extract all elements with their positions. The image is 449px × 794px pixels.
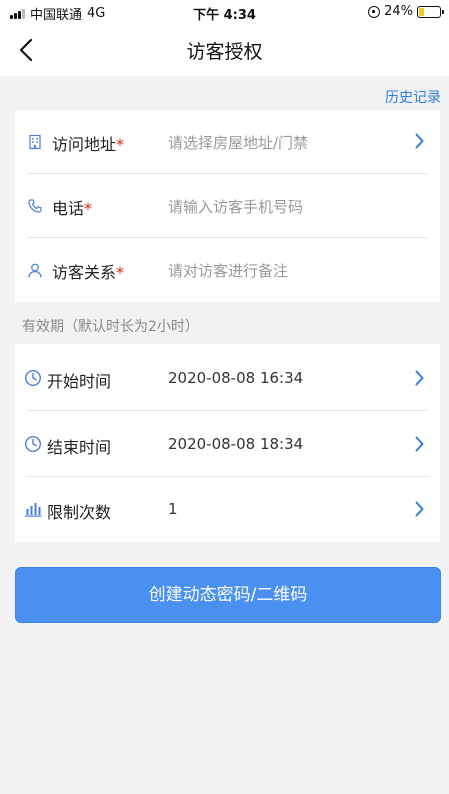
status-right: 24%: [368, 4, 444, 19]
visitor-info-card: 访问地址* 请选择房屋地址/门禁 电话* 请输入访客手机号码 访客关系* 请对访…: [15, 110, 440, 302]
end-time-label: 结束时间: [47, 438, 112, 457]
relation-row[interactable]: 访客关系* 请对访客进行备注: [15, 238, 440, 302]
chevron-right-icon: [415, 370, 424, 386]
divider: [27, 410, 428, 411]
phone-label-text: 电话: [52, 199, 85, 218]
required-mark: *: [116, 263, 125, 282]
user-icon: [28, 263, 42, 278]
status-bar: 中国联通 4G 下午 4:34 24%: [0, 0, 449, 24]
relation-label-text: 访客关系: [52, 263, 117, 282]
chevron-right-icon: [415, 133, 424, 149]
phone-label: 电话*: [52, 195, 92, 219]
relation-label: 访客关系*: [52, 259, 124, 283]
orientation-lock-icon: [368, 5, 381, 18]
validity-card: 开始时间 2020-08-08 16:34 结束时间 2020-08-08 18…: [15, 344, 440, 542]
validity-section-label: 有效期（默认时长为2小时）: [22, 319, 199, 335]
end-time-row[interactable]: 结束时间 2020-08-08 18:34: [15, 413, 440, 477]
phone-input[interactable]: 请输入访客手机号码: [168, 196, 303, 217]
address-row[interactable]: 访问地址* 请选择房屋地址/门禁: [15, 110, 440, 174]
battery-icon: [417, 5, 444, 18]
battery-percent: 24%: [384, 4, 413, 19]
bar-chart-icon: [25, 503, 42, 517]
start-time-label: 开始时间: [47, 372, 112, 391]
limit-count-label: 限制次数: [47, 503, 112, 522]
battery-fill: [419, 7, 424, 16]
clock-icon: [24, 435, 42, 453]
start-time-row[interactable]: 开始时间 2020-08-08 16:34: [15, 347, 440, 411]
end-time-value[interactable]: 2020-08-08 18:34: [168, 435, 303, 453]
page-title: 访客授权: [186, 41, 263, 63]
address-label-text: 访问地址: [52, 135, 117, 154]
chevron-right-icon: [415, 436, 424, 452]
history-link[interactable]: 历史记录: [385, 87, 441, 107]
address-label: 访问地址*: [52, 131, 124, 155]
create-password-qrcode-button[interactable]: 创建动态密码/二维码: [15, 567, 441, 623]
phone-row[interactable]: 电话* 请输入访客手机号码: [15, 174, 440, 238]
nav-bar: 访客授权: [0, 24, 449, 76]
limit-count-value[interactable]: 1: [168, 500, 178, 518]
address-placeholder[interactable]: 请选择房屋地址/门禁: [168, 132, 308, 153]
clock-icon: [24, 369, 42, 387]
chevron-right-icon: [415, 501, 424, 517]
divider: [27, 476, 428, 477]
relation-input[interactable]: 请对访客进行备注: [168, 260, 288, 281]
start-time-value[interactable]: 2020-08-08 16:34: [168, 369, 303, 387]
building-icon: [29, 134, 41, 150]
required-mark: *: [84, 199, 93, 218]
phone-icon: [28, 199, 42, 213]
required-mark: *: [116, 135, 125, 154]
limit-count-row[interactable]: 限制次数 1: [15, 478, 440, 542]
